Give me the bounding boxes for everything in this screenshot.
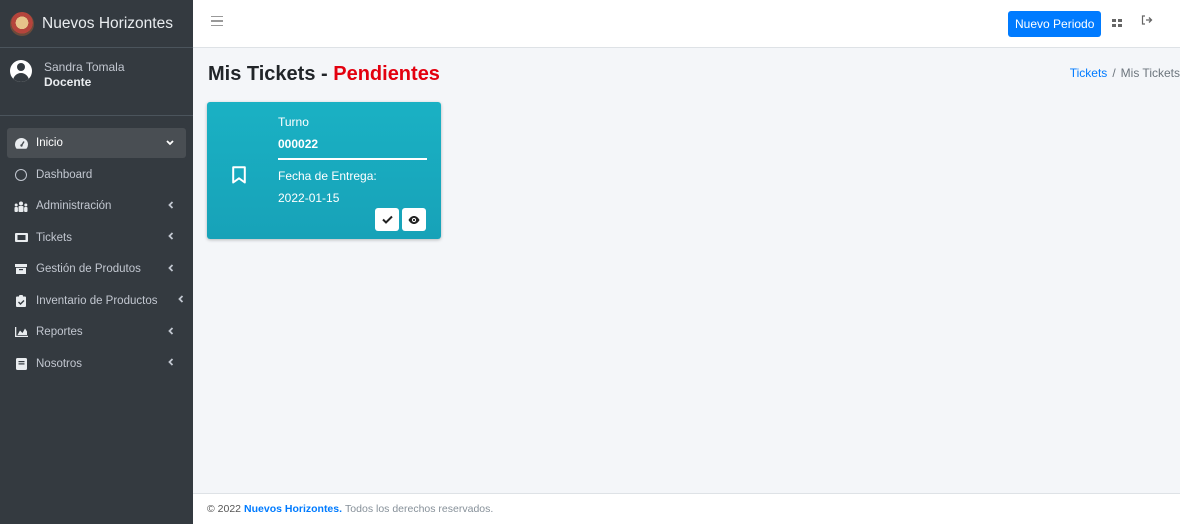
book-icon bbox=[14, 357, 28, 370]
sidebar-item-tickets[interactable]: Tickets bbox=[7, 223, 186, 253]
chevron-left-icon bbox=[168, 232, 174, 243]
circle-icon bbox=[14, 168, 28, 181]
users-icon bbox=[14, 200, 28, 212]
breadcrumb-separator: / bbox=[1112, 66, 1116, 80]
footer-copyright: © 2022 bbox=[207, 503, 242, 515]
brand-link[interactable]: Nuevos Horizontes bbox=[0, 0, 193, 48]
breadcrumb: Tickets / Mis Tickets bbox=[1070, 66, 1180, 80]
ticket-turno-value: 000022 bbox=[278, 137, 319, 151]
chevron-left-icon bbox=[168, 358, 174, 369]
sidebar-item-label: Administración bbox=[36, 200, 112, 212]
user-avatar-icon bbox=[10, 60, 32, 82]
ticket-fecha-label: Fecha de Entrega: bbox=[278, 169, 377, 183]
sidebar-item-gestion-produtos[interactable]: Gestión de Produtos bbox=[7, 254, 186, 284]
sidebar-nav: Inicio Dashboard Administración Tickets bbox=[0, 128, 193, 379]
sidebar-item-administracion[interactable]: Administración bbox=[7, 191, 186, 221]
page-title-status: Pendientes bbox=[333, 63, 440, 85]
check-icon bbox=[381, 215, 393, 224]
ticket-icon bbox=[14, 232, 28, 244]
confirm-ticket-button[interactable] bbox=[375, 208, 399, 231]
chevron-left-icon bbox=[168, 326, 174, 338]
brand-name: Nuevos Horizontes bbox=[42, 14, 173, 32]
sidebar-item-inicio[interactable]: Inicio bbox=[7, 128, 186, 158]
sidebar-item-inventario-productos[interactable]: Inventario de Productos bbox=[7, 286, 186, 316]
user-role: Docente bbox=[44, 75, 92, 89]
user-name[interactable]: Sandra Tomala bbox=[44, 60, 125, 75]
page-title: Mis Tickets - Pendientes bbox=[208, 63, 440, 85]
breadcrumb-link-tickets[interactable]: Tickets bbox=[1070, 66, 1108, 80]
hamburger-menu-icon[interactable] bbox=[211, 16, 223, 26]
ticket-card: Turno 000022 Fecha de Entrega: 2022-01-1… bbox=[207, 102, 441, 239]
chevron-left-icon bbox=[178, 295, 184, 306]
footer-brand-link[interactable]: Nuevos Horizontes. bbox=[244, 503, 342, 515]
dashboard-gauge-icon bbox=[14, 137, 28, 149]
new-period-button[interactable]: Nuevo Periodo bbox=[1008, 11, 1102, 37]
ticket-divider bbox=[278, 158, 427, 160]
sidebar-item-label: Tickets bbox=[36, 231, 72, 244]
sidebar-item-label: Inventario de Productos bbox=[36, 294, 158, 307]
sidebar-item-label: Inicio bbox=[36, 137, 63, 149]
sidebar-item-label: Dashboard bbox=[36, 168, 93, 181]
chevron-left-icon bbox=[168, 263, 174, 275]
sidebar-item-label: Gestión de Produtos bbox=[36, 263, 141, 275]
ticket-turno-label: Turno bbox=[278, 115, 309, 129]
eye-icon bbox=[408, 215, 420, 224]
user-panel: Sandra Tomala Docente bbox=[0, 48, 193, 116]
brand-logo bbox=[10, 11, 34, 36]
sidebar: Nuevos Horizontes Sandra Tomala Docente … bbox=[0, 0, 193, 524]
top-navbar: Nuevo Periodo bbox=[193, 0, 1180, 48]
sidebar-item-nosotros[interactable]: Nosotros bbox=[7, 349, 186, 379]
logout-icon[interactable] bbox=[1141, 14, 1153, 28]
chart-area-icon bbox=[14, 326, 28, 338]
view-ticket-button[interactable] bbox=[402, 208, 426, 231]
chevron-down-icon bbox=[166, 138, 174, 149]
sidebar-item-reportes[interactable]: Reportes bbox=[7, 317, 186, 347]
box-icon bbox=[14, 263, 28, 275]
footer-rights: Todos los derechos reservados. bbox=[345, 503, 494, 515]
clipboard-check-icon bbox=[14, 294, 28, 307]
sidebar-item-label: Nosotros bbox=[36, 357, 83, 370]
sidebar-item-label: Reportes bbox=[36, 326, 83, 338]
footer: © 2022 Nuevos Horizontes. Todos los dere… bbox=[193, 493, 1180, 524]
chevron-left-icon bbox=[168, 200, 174, 212]
bookmark-icon bbox=[232, 166, 246, 184]
ticket-fecha-value: 2022-01-15 bbox=[278, 191, 340, 205]
grid-icon[interactable] bbox=[1112, 19, 1122, 27]
breadcrumb-current: Mis Tickets bbox=[1120, 66, 1180, 80]
sidebar-item-dashboard[interactable]: Dashboard bbox=[7, 160, 186, 190]
